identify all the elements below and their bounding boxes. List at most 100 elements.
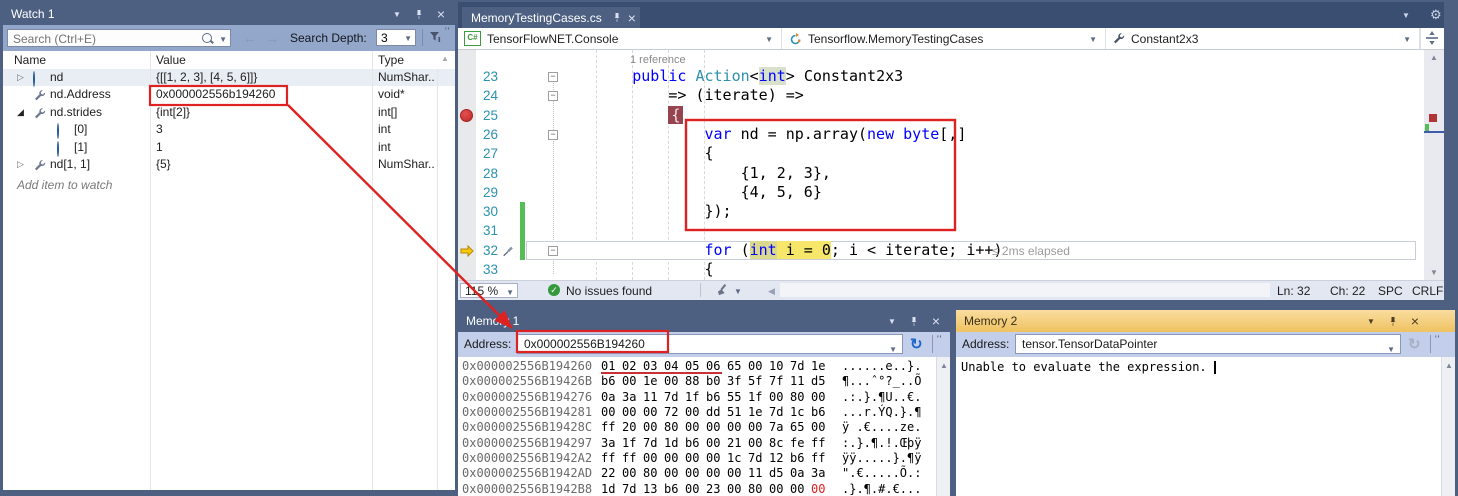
horizontal-scrollbar[interactable] xyxy=(780,283,1270,297)
toolbar-overflow-icon[interactable]: '' xyxy=(445,26,450,36)
chevron-down-icon[interactable]: ▼ xyxy=(1403,35,1411,44)
collapse-minus-icon[interactable]: − xyxy=(548,91,558,101)
code-line[interactable]: 28{1, 2, 3}, xyxy=(458,164,1424,183)
tabbar-menu-icon[interactable]: ▼ xyxy=(1402,11,1410,20)
watch-add-row[interactable]: Add item to watch xyxy=(3,176,455,193)
window-menu-icon[interactable]: ▼ xyxy=(884,313,900,329)
column-type[interactable]: Type xyxy=(378,53,404,67)
memory2-scrollbar[interactable]: ▲ xyxy=(1441,357,1455,496)
column-value[interactable]: Value xyxy=(156,53,186,67)
project-dropdown[interactable]: C# TensorFlowNET.Console ▼ xyxy=(458,28,782,49)
editor-vertical-scrollbar[interactable]: ▲ ▼ xyxy=(1424,50,1444,280)
tab-close-icon[interactable]: × xyxy=(628,10,636,26)
search-input[interactable] xyxy=(11,30,195,48)
code-line[interactable]: 24−=> (iterate) => xyxy=(458,86,1424,105)
code-line[interactable]: 32−for (int i = 0; i < iterate; i++)≤ 2m… xyxy=(458,241,1424,260)
expander-icon[interactable]: ▷ xyxy=(17,159,24,170)
memory-row[interactable]: 0x000002556B19426Bb6001e0088b03f5f7f11d5… xyxy=(462,374,932,389)
watch-row[interactable]: nd.Address0x000002556b194260void* xyxy=(3,86,455,103)
member-dropdown[interactable]: Constant2x3 ▼ xyxy=(1106,28,1420,49)
watch-row[interactable]: ▷nd{[[1, 2, 3], [4, 5, 6]]}NumShar... xyxy=(3,69,455,86)
pin-icon[interactable] xyxy=(411,6,427,22)
refresh-icon[interactable]: ↻ xyxy=(1408,335,1421,353)
collapse-minus-icon[interactable]: − xyxy=(548,72,558,82)
watch-row[interactable]: ▷nd[1, 1]{5}NumShar... xyxy=(3,156,455,173)
memory-row[interactable]: 0x000002556B1942AD2200800000000011d50a3a… xyxy=(462,466,932,481)
chevron-down-icon[interactable]: ▼ xyxy=(404,34,412,43)
memory-byte: 00 xyxy=(601,405,617,420)
chevron-down-icon[interactable]: ▼ xyxy=(765,35,773,44)
memory-row[interactable]: 0x000002556B1942600102030405066500107d1e… xyxy=(462,359,932,374)
memory-row[interactable]: 0x000002556B1942B81d7d13b600230080000000… xyxy=(462,482,932,496)
memory1-content[interactable]: 0x000002556B1942600102030405066500107d1e… xyxy=(458,357,936,496)
search-icon[interactable] xyxy=(202,33,212,43)
chevron-down-icon[interactable]: ▼ xyxy=(1089,35,1097,44)
chevron-down-icon[interactable]: ▼ xyxy=(506,288,514,297)
code-lens-references[interactable]: 1 reference xyxy=(630,54,686,66)
code-line[interactable]: 33{ xyxy=(458,260,1424,279)
collapse-minus-icon[interactable]: − xyxy=(548,130,558,140)
tab-memorytestingcases[interactable]: MemoryTestingCases.cs × xyxy=(462,7,640,28)
toolbar-overflow-icon[interactable]: '' xyxy=(1435,334,1440,344)
window-menu-icon[interactable]: ▼ xyxy=(389,6,405,22)
scroll-up-icon[interactable]: ▲ xyxy=(441,54,449,63)
tab-pin-icon[interactable] xyxy=(612,10,622,26)
memory-row-address: 0x000002556B1942A2 xyxy=(462,451,592,466)
address-label: Address: xyxy=(464,337,511,351)
memory2-content[interactable]: Unable to evaluate the expression. xyxy=(956,357,1441,496)
filter-pin-icon[interactable] xyxy=(428,30,442,44)
issues-status[interactable]: No issues found xyxy=(566,284,652,298)
pin-icon[interactable] xyxy=(906,313,922,329)
refresh-icon[interactable]: ↻ xyxy=(910,335,923,353)
expander-icon[interactable]: ◢ xyxy=(17,107,24,118)
watch-row[interactable]: [1]1int xyxy=(3,139,455,156)
split-editor-button[interactable] xyxy=(1420,28,1444,49)
expander-icon[interactable]: ▷ xyxy=(17,72,24,83)
scroll-down-icon[interactable]: ▼ xyxy=(1430,268,1438,277)
memory-row[interactable]: 0x000002556B19428Cff200080000000007a6500… xyxy=(462,420,932,435)
memory1-scrollbar[interactable]: ▲ xyxy=(936,357,950,496)
chevron-down-icon[interactable]: ▼ xyxy=(219,35,227,44)
code-line[interactable]: 31 xyxy=(458,221,1424,240)
chevron-down-icon[interactable]: ▼ xyxy=(734,287,742,296)
close-icon[interactable]: × xyxy=(433,6,449,22)
memory1-address-input[interactable]: 0x000002556B194260 ▼ xyxy=(517,334,903,354)
pin-icon[interactable] xyxy=(1385,313,1401,329)
code-line[interactable]: 30}); xyxy=(458,202,1424,221)
search-depth-label: Search Depth: xyxy=(290,31,367,45)
memory-row[interactable]: 0x000002556B1942760a3a117d1fb6551f008000… xyxy=(462,390,932,405)
code-line[interactable]: 25{ xyxy=(458,106,1424,125)
code-line[interactable]: 23−public Action<int> Constant2x3 xyxy=(458,67,1424,86)
search-depth-combo[interactable]: 3 ▼ xyxy=(376,29,416,46)
zoom-level-combo[interactable]: 115 % ▼ xyxy=(460,283,518,298)
scroll-up-icon[interactable]: ▲ xyxy=(1445,361,1453,370)
memory-row[interactable]: 0x000002556B1942973a1f7d1db60021008cfeff… xyxy=(462,436,932,451)
memory-row[interactable]: 0x000002556B1942A2ffff000000001c7d12b6ff… xyxy=(462,451,932,466)
memory-ascii: ...r.ÝQ.}.¶ xyxy=(842,405,921,420)
watch-row[interactable]: ◢nd.strides{int[2]}int[] xyxy=(3,104,455,121)
forward-arrow-icon[interactable]: → xyxy=(265,30,279,46)
scroll-left-icon[interactable]: ◀ xyxy=(768,286,775,297)
code-line[interactable]: 29{4, 5, 6} xyxy=(458,183,1424,202)
watch-row[interactable]: [0]3int xyxy=(3,121,455,138)
watch-type: NumShar... xyxy=(378,70,435,84)
scroll-up-icon[interactable]: ▲ xyxy=(1430,53,1438,62)
toolbar-overflow-icon[interactable]: '' xyxy=(937,334,942,344)
back-arrow-icon[interactable]: ← xyxy=(243,30,257,46)
close-icon[interactable]: × xyxy=(928,313,944,329)
code-line[interactable]: 26−var nd = np.array(new byte[,] xyxy=(458,125,1424,144)
column-name[interactable]: Name xyxy=(14,53,46,67)
memory-row[interactable]: 0x000002556B1942810000007200dd511e7d1cb6… xyxy=(462,405,932,420)
code-area[interactable]: 1 reference 23−public Action<int> Consta… xyxy=(458,50,1424,280)
scroll-up-icon[interactable]: ▲ xyxy=(940,361,948,370)
memory2-address-input[interactable]: tensor.TensorDataPointer ▼ xyxy=(1015,334,1401,354)
window-menu-icon[interactable]: ▼ xyxy=(1363,313,1379,329)
column-divider[interactable] xyxy=(372,51,373,490)
collapse-minus-icon[interactable]: − xyxy=(548,246,558,256)
format-broom-icon[interactable] xyxy=(714,283,729,298)
code-line[interactable]: 27{ xyxy=(458,144,1424,163)
column-divider[interactable] xyxy=(150,51,151,490)
gear-icon[interactable]: ⚙ xyxy=(1430,7,1442,23)
close-icon[interactable]: × xyxy=(1407,313,1423,329)
class-dropdown[interactable]: Tensorflow.MemoryTestingCases ▼ xyxy=(782,28,1106,49)
